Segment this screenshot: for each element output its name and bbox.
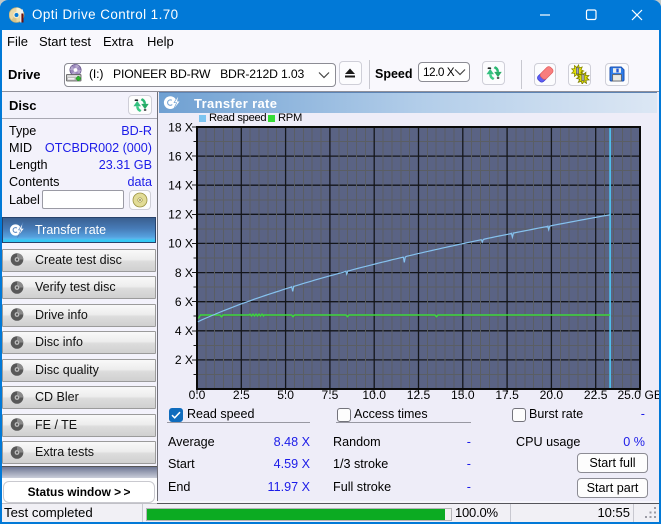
svg-text:8 X: 8 X [175,266,193,280]
svg-text:18 X: 18 X [168,120,193,134]
svg-text:16 X: 16 X [168,149,193,163]
svg-text:5.0: 5.0 [277,388,294,402]
svg-text:4 X: 4 X [175,324,193,338]
svg-text:10.0: 10.0 [362,388,386,402]
svg-text:22.5: 22.5 [584,388,608,402]
svg-text:25.0: 25.0 [617,388,641,402]
svg-text:2 X: 2 X [175,353,193,367]
svg-text:20.0: 20.0 [540,388,564,402]
svg-text:10 X: 10 X [168,237,193,251]
svg-text:17.5: 17.5 [495,388,519,402]
svg-text:2.5: 2.5 [233,388,250,402]
svg-text:0.0: 0.0 [189,388,206,402]
svg-text:14 X: 14 X [168,179,193,193]
svg-text:12 X: 12 X [168,208,193,222]
svg-text:15.0: 15.0 [451,388,475,402]
svg-text:12.5: 12.5 [407,388,431,402]
svg-text:GB: GB [645,388,661,402]
svg-text:6 X: 6 X [175,295,193,309]
svg-text:7.5: 7.5 [321,388,338,402]
